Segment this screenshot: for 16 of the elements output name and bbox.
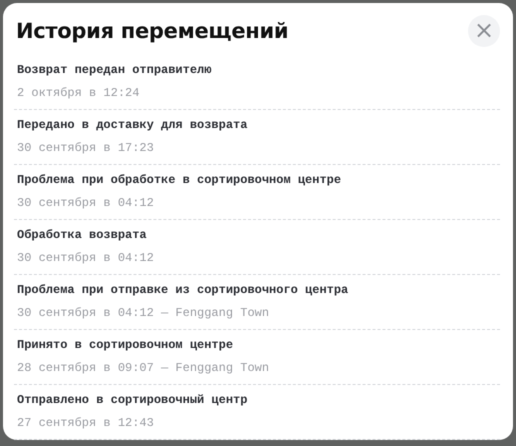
event-status: Обработка возврата [16,228,148,242]
event-time: 30 сентября в 04:12 — Fenggang Town [16,306,270,320]
event-status: Возврат передан отправителю [16,63,212,77]
event-time: 27 сентября в 12:43 [16,416,155,430]
event-time: 30 сентября в 04:12 [16,251,155,265]
event-time: 2 октября в 12:24 [16,86,140,100]
event-status: Передано в доставку для возврата [16,118,248,132]
event-status: Проблема при отправке из сортировочного центра [16,283,350,297]
event-status: Проблема при обработке в сортировочном центре [16,173,342,187]
event-status: Отправлено в сортировочный центр [16,393,248,407]
close-button[interactable]: × [468,15,500,47]
event-time: 30 сентября в 17:23 [16,141,155,155]
event-time: 28 сентября в 09:07 — Fenggang Town [16,361,270,375]
dialog-title: История перемещений [15,19,288,43]
event-time: 30 сентября в 04:12 [16,196,155,210]
event-status: Принято в сортировочном центре [16,338,234,352]
